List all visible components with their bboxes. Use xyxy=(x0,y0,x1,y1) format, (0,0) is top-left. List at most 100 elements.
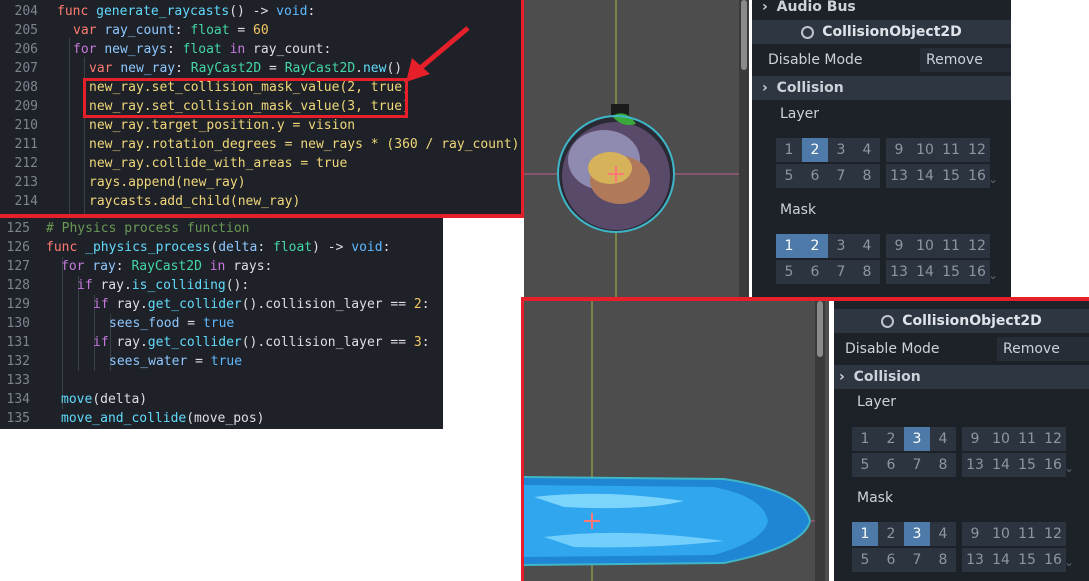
code-line[interactable]: 134 move(delta) xyxy=(0,390,148,409)
bit-toggle-9[interactable]: 9 xyxy=(962,427,988,451)
bit-toggle-9[interactable]: 9 xyxy=(886,138,912,162)
object-title-row[interactable]: CollisionObject2D xyxy=(834,309,1089,333)
code-line[interactable]: 212 new_ray.collide_with_areas = true xyxy=(0,154,348,173)
bit-toggle-7[interactable]: 7 xyxy=(828,260,854,284)
code-line[interactable]: 129 if ray.get_collider().collision_layer… xyxy=(0,295,430,314)
bit-toggle-5[interactable]: 5 xyxy=(776,164,802,188)
bit-toggle-12[interactable]: 12 xyxy=(1040,522,1066,546)
bit-toggle-10[interactable]: 10 xyxy=(988,522,1014,546)
bit-toggle-16[interactable]: 16 xyxy=(964,164,990,188)
code-line[interactable]: 131 if ray.get_collider().collision_layer… xyxy=(0,333,430,352)
bit-toggle-8[interactable]: 8 xyxy=(930,548,956,572)
bit-toggle-7[interactable]: 7 xyxy=(828,164,854,188)
bit-toggle-12[interactable]: 12 xyxy=(1040,427,1066,451)
object-title-row[interactable]: CollisionObject2D xyxy=(752,20,1011,44)
bit-toggle-1[interactable]: 1 xyxy=(852,522,878,546)
bit-toggle-3[interactable]: 3 xyxy=(904,522,930,546)
bit-toggle-9[interactable]: 9 xyxy=(962,522,988,546)
expand-caret-icon[interactable]: ⌄ xyxy=(1064,555,1074,569)
bit-toggle-13[interactable]: 13 xyxy=(962,453,988,477)
bit-toggle-1[interactable]: 1 xyxy=(776,234,802,258)
bit-toggle-3[interactable]: 3 xyxy=(904,427,930,451)
code-line[interactable]: 214 raycasts.add_child(new_ray) xyxy=(0,192,301,211)
bit-toggle-2[interactable]: 2 xyxy=(878,427,904,451)
bit-toggle-13[interactable]: 13 xyxy=(886,260,912,284)
bit-toggle-15[interactable]: 15 xyxy=(1014,548,1040,572)
layer-bit-grid[interactable]: 1 2 3 4 9 10 11 12 5 6 7 8 13 14 15 16 xyxy=(776,138,990,188)
code-line[interactable]: 206 for new_rays: float in ray_count: xyxy=(0,40,332,59)
section-audio-bus[interactable]: › Audio Bus xyxy=(752,0,1011,16)
code-line[interactable]: 207 var new_ray: RayCast2D = RayCast2D.ne… xyxy=(0,59,403,78)
disable-mode-row[interactable]: Disable Mode Remove xyxy=(752,48,1011,72)
section-collision[interactable]: › Collision xyxy=(834,365,1089,389)
bit-toggle-4[interactable]: 4 xyxy=(930,427,956,451)
code-line[interactable]: 130 sees_food = true xyxy=(0,314,235,333)
bit-toggle-11[interactable]: 11 xyxy=(1014,427,1040,451)
bit-toggle-7[interactable]: 7 xyxy=(904,453,930,477)
bit-toggle-5[interactable]: 5 xyxy=(776,260,802,284)
bit-toggle-11[interactable]: 11 xyxy=(1014,522,1040,546)
code-line[interactable]: 204 func generate_raycasts() -> void: xyxy=(0,2,316,21)
bit-toggle-15[interactable]: 15 xyxy=(938,164,964,188)
code-line[interactable]: 128 if ray.is_colliding(): xyxy=(0,276,250,295)
bit-toggle-11[interactable]: 11 xyxy=(938,138,964,162)
bit-toggle-6[interactable]: 6 xyxy=(802,164,828,188)
bit-toggle-5[interactable]: 5 xyxy=(852,453,878,477)
disable-mode-dropdown[interactable]: Remove xyxy=(920,48,1011,72)
bit-toggle-13[interactable]: 13 xyxy=(962,548,988,572)
code-line[interactable]: 133 xyxy=(0,371,44,390)
code-line[interactable]: 210 new_ray.target_position.y = vision xyxy=(0,116,356,135)
viewport-scrollbar[interactable] xyxy=(817,301,823,357)
code-line[interactable]: 205 var ray_count: float = 60 xyxy=(0,21,269,40)
expand-caret-icon[interactable]: ⌄ xyxy=(988,172,998,186)
bit-toggle-3[interactable]: 3 xyxy=(828,234,854,258)
bit-toggle-1[interactable]: 1 xyxy=(776,138,802,162)
bit-toggle-9[interactable]: 9 xyxy=(886,234,912,258)
code-line[interactable]: 132 sees_water = true xyxy=(0,352,243,371)
bit-toggle-11[interactable]: 11 xyxy=(938,234,964,258)
bit-toggle-14[interactable]: 14 xyxy=(988,453,1014,477)
code-line[interactable]: 126 func _physics_process(delta: float) -… xyxy=(0,238,391,257)
bit-toggle-8[interactable]: 8 xyxy=(854,260,880,284)
expand-caret-icon[interactable]: ⌄ xyxy=(1064,461,1074,475)
bit-toggle-2[interactable]: 2 xyxy=(878,522,904,546)
viewport-scrollbar[interactable] xyxy=(741,0,747,70)
bit-toggle-14[interactable]: 14 xyxy=(988,548,1014,572)
bit-toggle-8[interactable]: 8 xyxy=(854,164,880,188)
code-line[interactable]: 213 rays.append(new_ray) xyxy=(0,173,246,192)
code-editor-top[interactable]: 204 func generate_raycasts() -> void: 205… xyxy=(0,0,521,216)
bit-toggle-4[interactable]: 4 xyxy=(854,234,880,258)
mask-bit-grid[interactable]: 1 2 3 4 9 10 11 12 5 6 7 8 13 14 15 16 xyxy=(776,234,990,284)
bit-toggle-4[interactable]: 4 xyxy=(854,138,880,162)
bit-toggle-15[interactable]: 15 xyxy=(938,260,964,284)
bit-toggle-2[interactable]: 2 xyxy=(802,234,828,258)
bit-toggle-1[interactable]: 1 xyxy=(852,427,878,451)
bit-toggle-13[interactable]: 13 xyxy=(886,164,912,188)
layer-bit-grid[interactable]: 1 2 3 4 9 10 11 12 5 6 7 8 13 14 15 16 xyxy=(852,427,1066,477)
code-line[interactable]: 211 new_ray.rotation_degrees = new_rays *… xyxy=(0,135,520,154)
scene-viewport-fruit[interactable] xyxy=(524,0,749,297)
code-editor-bottom[interactable]: 125 # Physics process function 126 func _p… xyxy=(0,218,443,429)
bit-toggle-16[interactable]: 16 xyxy=(1040,453,1066,477)
bit-toggle-6[interactable]: 6 xyxy=(878,453,904,477)
bit-toggle-15[interactable]: 15 xyxy=(1014,453,1040,477)
bit-toggle-4[interactable]: 4 xyxy=(930,522,956,546)
bit-toggle-16[interactable]: 16 xyxy=(1040,548,1066,572)
expand-caret-icon[interactable]: ⌄ xyxy=(988,268,998,282)
bit-toggle-12[interactable]: 12 xyxy=(964,234,990,258)
bit-toggle-10[interactable]: 10 xyxy=(988,427,1014,451)
bit-toggle-10[interactable]: 10 xyxy=(912,234,938,258)
bit-toggle-14[interactable]: 14 xyxy=(912,164,938,188)
bit-toggle-7[interactable]: 7 xyxy=(904,548,930,572)
code-line[interactable]: 135 move_and_collide(move_pos) xyxy=(0,409,265,428)
bit-toggle-2[interactable]: 2 xyxy=(802,138,828,162)
code-line[interactable]: 127 for ray: RayCast2D in rays: xyxy=(0,257,273,276)
bit-toggle-16[interactable]: 16 xyxy=(964,260,990,284)
bit-toggle-14[interactable]: 14 xyxy=(912,260,938,284)
bit-toggle-5[interactable]: 5 xyxy=(852,548,878,572)
bit-toggle-3[interactable]: 3 xyxy=(828,138,854,162)
bit-toggle-6[interactable]: 6 xyxy=(802,260,828,284)
bit-toggle-6[interactable]: 6 xyxy=(878,548,904,572)
bit-toggle-12[interactable]: 12 xyxy=(964,138,990,162)
disable-mode-dropdown[interactable]: Remove xyxy=(997,337,1089,361)
